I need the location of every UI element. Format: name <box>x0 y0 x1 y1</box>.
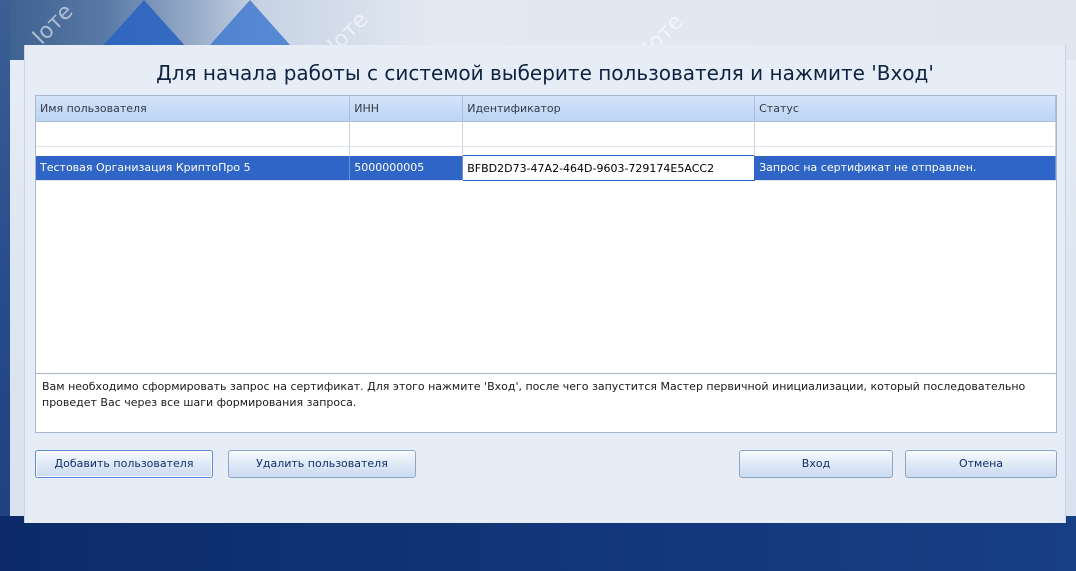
spacer-cell <box>754 146 1056 156</box>
table-spacer-row <box>36 146 1056 156</box>
column-header-inn[interactable]: ИНН <box>349 96 464 122</box>
login-button[interactable]: Вход <box>739 450 893 478</box>
table-empty-row <box>36 121 1056 147</box>
column-header-status[interactable]: Статус <box>754 96 1056 122</box>
cancel-button[interactable]: Отмена <box>905 450 1057 478</box>
delete-user-button[interactable]: Удалить пользователя <box>228 450 416 478</box>
table-header-row: Имя пользователя ИНН Идентификатор Стату… <box>36 96 1056 122</box>
spacer-cell <box>349 146 464 156</box>
column-header-id[interactable]: Идентификатор <box>462 96 756 122</box>
table-row[interactable]: Тестовая Организация КриптоПро 5 5000000… <box>36 155 1056 181</box>
empty-cell <box>36 121 351 147</box>
empty-cell <box>462 121 756 147</box>
spacer-cell <box>36 146 351 156</box>
cell-identifier[interactable]: BFBD2D73-47A2-464D-9603-729174E5ACC2 <box>462 155 756 181</box>
empty-cell <box>754 121 1056 147</box>
dialog-title: Для начала работы с системой выберите по… <box>156 61 934 85</box>
info-message: Вам необходимо сформировать запрос на се… <box>35 373 1057 433</box>
cell-user-name[interactable]: Тестовая Организация КриптоПро 5 <box>36 155 351 181</box>
column-header-name[interactable]: Имя пользователя <box>36 96 351 122</box>
background-left-strip <box>0 0 10 571</box>
background-shape <box>210 0 290 45</box>
user-table[interactable]: Имя пользователя ИНН Идентификатор Стату… <box>35 95 1057 401</box>
cell-inn[interactable]: 5000000005 <box>349 155 464 181</box>
background-bottom-band <box>0 516 1076 571</box>
empty-cell <box>349 121 464 147</box>
user-select-dialog: Для начала работы с системой выберите по… <box>24 45 1066 523</box>
user-table-grid: Имя пользователя ИНН Идентификатор Стату… <box>36 96 1056 181</box>
cell-status[interactable]: Запрос на сертификат не отправлен. <box>754 155 1056 181</box>
spacer-cell <box>462 146 756 156</box>
add-user-button[interactable]: Добавить пользователя <box>35 450 213 478</box>
